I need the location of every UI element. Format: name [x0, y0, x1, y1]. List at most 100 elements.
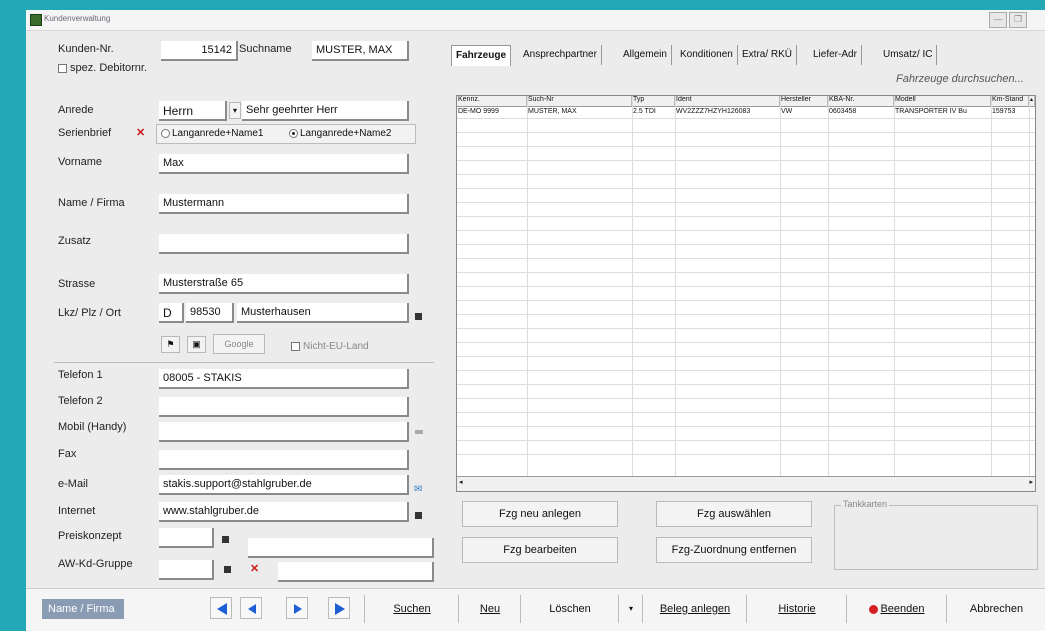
grid-line: [457, 174, 1035, 175]
ort-lookup-icon[interactable]: [415, 313, 422, 320]
sms-icon[interactable]: [415, 430, 423, 434]
mobil-field[interactable]: [159, 422, 409, 442]
lkz-field[interactable]: D: [159, 303, 184, 323]
column-header[interactable]: Ident: [675, 96, 780, 107]
serienbrief-option1-radio[interactable]: Langanrede+Name1: [161, 125, 263, 143]
name-field[interactable]: Mustermann: [159, 194, 409, 214]
awkd-gruppe-label: AW-Kd-Gruppe: [58, 558, 133, 570]
vehicle-table: Kennz. Such-Nr Typ Ident Hersteller KBA-…: [456, 95, 1036, 492]
telefon1-field[interactable]: 08005 - STAKIS: [159, 369, 409, 389]
restore-button[interactable]: ❐: [1009, 12, 1027, 28]
beenden-button[interactable]: Beenden: [846, 595, 947, 623]
fax-field[interactable]: [159, 450, 409, 470]
nicht-eu-checkbox[interactable]: Nicht-EU-Land: [291, 341, 369, 352]
previous-record-button[interactable]: [240, 597, 262, 619]
table-cell: VW: [781, 108, 793, 115]
anrede-dropdown-button[interactable]: ▾: [229, 102, 241, 119]
anrede-text-field[interactable]: Sehr geehrter Herr: [242, 101, 409, 121]
abbrechen-button[interactable]: Abbrechen: [946, 595, 1045, 623]
grid-line: [457, 314, 1035, 315]
more-options-button[interactable]: ▾: [618, 595, 643, 623]
tab-konditionen[interactable]: Konditionen: [676, 45, 738, 65]
save-address-button[interactable]: ▣: [187, 336, 206, 353]
column-header[interactable]: Such-Nr: [527, 96, 632, 107]
column-header[interactable]: Km-Stand: [991, 96, 1029, 107]
eu-flag-button[interactable]: ⚑: [161, 336, 180, 353]
column-header[interactable]: Modell: [894, 96, 991, 107]
flag-icon: ⚑: [166, 339, 175, 349]
first-record-button[interactable]: [210, 597, 232, 619]
grid-line: [457, 328, 1035, 329]
grid-line: [457, 454, 1035, 455]
kunden-nr-label: Kunden-Nr.: [58, 43, 114, 55]
strasse-field[interactable]: Musterstraße 65: [159, 274, 409, 294]
fzg-auswaehlen-button[interactable]: Fzg auswählen: [656, 501, 812, 527]
table-cell: 159753: [992, 108, 1016, 115]
vehicle-search-hint[interactable]: Fahrzeuge durchsuchen...: [896, 73, 1024, 85]
clear-x-icon[interactable]: ✕: [136, 126, 145, 139]
kunden-nr-field[interactable]: 15142: [161, 41, 238, 61]
clear-x-icon[interactable]: ✕: [250, 562, 259, 575]
google-button[interactable]: Google: [213, 334, 265, 354]
grid-line: [457, 258, 1035, 259]
open-website-icon[interactable]: [415, 512, 422, 519]
plz-field[interactable]: 98530: [186, 303, 234, 323]
scroll-left-icon[interactable]: ◂: [459, 478, 463, 486]
neu-button[interactable]: Neu: [458, 595, 521, 623]
anrede-select[interactable]: Herrn: [159, 101, 227, 121]
historie-label: Historie: [778, 603, 816, 615]
chevron-right-icon: [294, 604, 302, 614]
grid-line: [457, 412, 1035, 413]
loeschen-button[interactable]: Löschen: [520, 595, 619, 623]
grid-line: [457, 440, 1035, 441]
vorname-field[interactable]: Max: [159, 154, 409, 174]
telefon2-field[interactable]: [159, 397, 409, 417]
tab-liefer-adr[interactable]: Liefer-Adr: [809, 45, 862, 65]
tab-allgemein[interactable]: Allgemein: [619, 45, 672, 65]
send-mail-icon[interactable]: ✉: [414, 484, 422, 495]
chevron-down-icon: ▾: [232, 106, 237, 115]
ort-field[interactable]: Musterhausen: [237, 303, 409, 323]
section-divider: [54, 362, 434, 363]
fzg-bearbeiten-button[interactable]: Fzg bearbeiten: [462, 537, 618, 563]
fzg-neu-anlegen-button[interactable]: Fzg neu anlegen: [462, 501, 618, 527]
zusatz-field[interactable]: [159, 234, 409, 254]
tab-umsatz-ic[interactable]: Umsatz/ IC: [879, 45, 938, 65]
preiskonzept-lookup-icon[interactable]: [222, 536, 229, 543]
sort-field-select[interactable]: Name / Firma: [42, 599, 124, 619]
column-header[interactable]: Kennz.: [457, 96, 527, 107]
telefon1-label: Telefon 1: [58, 369, 103, 381]
scroll-right-icon[interactable]: ▸: [1029, 478, 1033, 486]
column-header[interactable]: Hersteller: [780, 96, 828, 107]
email-field[interactable]: stakis.support@stahlgruber.de: [159, 475, 409, 495]
tab-extra-rku[interactable]: Extra/ RKÜ: [738, 45, 798, 65]
tab-fahrzeuge[interactable]: Fahrzeuge: [451, 45, 512, 66]
column-header[interactable]: KBA-Nr.: [828, 96, 894, 107]
next-record-button[interactable]: [286, 597, 308, 619]
table-cell: DE-MO 9999: [458, 108, 499, 115]
fzg-zuordnung-entfernen-button[interactable]: Fzg-Zuordnung entfernen: [656, 537, 812, 563]
last-record-button[interactable]: [328, 597, 350, 619]
spez-debitor-checkbox[interactable]: spez. Debitornr.: [58, 62, 147, 74]
grid-line: [457, 202, 1035, 203]
app-icon: [30, 14, 42, 26]
internet-field[interactable]: www.stahlgruber.de: [159, 502, 409, 522]
grid-line: [457, 384, 1035, 385]
grid-line: [457, 342, 1035, 343]
internet-label: Internet: [58, 505, 96, 517]
column-header[interactable]: Typ: [632, 96, 675, 107]
serienbrief-option2-radio[interactable]: Langanrede+Name2: [289, 125, 391, 143]
grid-line: [457, 132, 1035, 133]
preiskonzept-field[interactable]: [159, 528, 214, 548]
suchname-field[interactable]: MUSTER, MAX: [312, 41, 409, 61]
awkd-lookup-icon[interactable]: [224, 566, 231, 573]
minimize-button[interactable]: —: [989, 12, 1007, 28]
awkd-gruppe-field[interactable]: [159, 560, 214, 580]
beleg-anlegen-button[interactable]: Beleg anlegen: [642, 595, 747, 623]
suchen-button[interactable]: Suchen: [364, 595, 459, 623]
anrede-label: Anrede: [58, 104, 94, 116]
historie-button[interactable]: Historie: [746, 595, 847, 623]
customer-management-window: Kundenverwaltung — ❐ Kunden-Nr. 15142 Su…: [26, 10, 1045, 631]
horizontal-scrollbar[interactable]: ◂ ▸: [457, 476, 1035, 491]
tab-ansprechpartner[interactable]: Ansprechpartner: [519, 45, 602, 65]
